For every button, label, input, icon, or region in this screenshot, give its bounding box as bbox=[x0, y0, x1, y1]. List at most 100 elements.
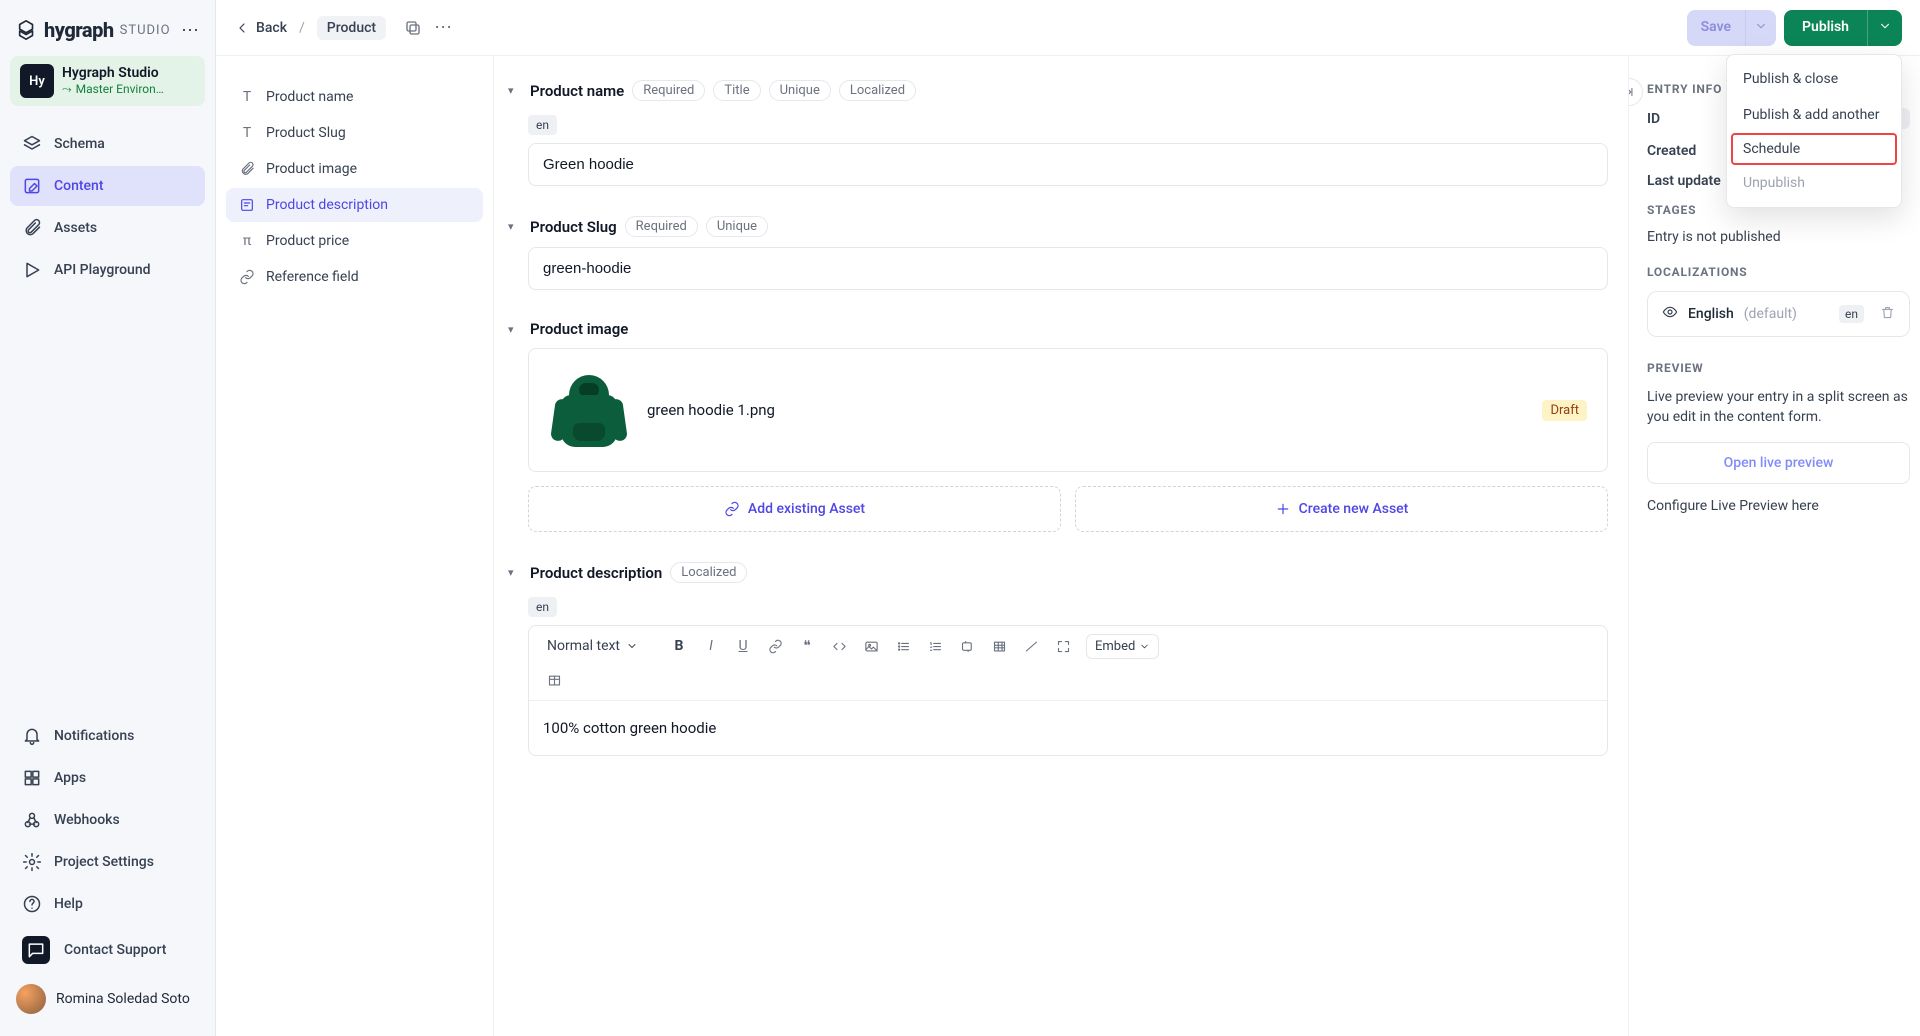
nav-project-settings[interactable]: Project Settings bbox=[10, 842, 205, 882]
sidebar: hygraph STUDIO ⋯ Hy Hygraph Studio ⤳ Mas… bbox=[0, 0, 216, 1036]
outline-label: Product price bbox=[266, 233, 349, 249]
asset-thumbnail bbox=[549, 367, 629, 453]
lang-chip: en bbox=[528, 115, 557, 135]
outline-product-name[interactable]: T Product name bbox=[226, 80, 483, 114]
breadcrumb-model[interactable]: Product bbox=[317, 16, 386, 40]
richtext-icon bbox=[238, 196, 256, 214]
asset-card[interactable]: green hoodie 1.png Draft bbox=[528, 348, 1608, 472]
rte-content[interactable]: 100% cotton green hoodie bbox=[529, 701, 1607, 755]
more-icon[interactable]: ⋯ bbox=[434, 17, 452, 38]
inspector-collapse-button[interactable] bbox=[1628, 78, 1643, 106]
rte-code-button[interactable] bbox=[824, 632, 854, 660]
rte-fullscreen-button[interactable] bbox=[1048, 632, 1078, 660]
nav-contact-support[interactable]: Contact Support bbox=[10, 926, 205, 974]
outline-product-description[interactable]: Product description bbox=[226, 188, 483, 222]
nav-apps[interactable]: Apps bbox=[10, 758, 205, 798]
publish-button[interactable]: Publish bbox=[1784, 10, 1867, 46]
collapse-toggle[interactable]: ▾ bbox=[508, 220, 522, 233]
field-label: Product name bbox=[530, 82, 624, 100]
gear-icon bbox=[22, 852, 42, 872]
badge-required: Required bbox=[625, 216, 698, 237]
badge-localized: Localized bbox=[839, 80, 916, 101]
rte-ul-button[interactable] bbox=[888, 632, 918, 660]
project-env: ⤳ Master Environ… bbox=[62, 82, 164, 96]
nav-help[interactable]: Help bbox=[10, 884, 205, 924]
nav-support-label: Contact Support bbox=[64, 942, 166, 958]
project-selector[interactable]: Hy Hygraph Studio ⤳ Master Environ… bbox=[10, 56, 205, 106]
rte-quote-button[interactable]: ❝ bbox=[792, 632, 822, 660]
publish-menu-close[interactable]: Publish & close bbox=[1727, 61, 1901, 97]
loc-name: English bbox=[1688, 306, 1734, 322]
outline-product-price[interactable]: π Product price bbox=[226, 224, 483, 258]
rte-underline-button[interactable]: U bbox=[728, 632, 758, 660]
collapse-toggle[interactable]: ▾ bbox=[508, 566, 522, 579]
field-product-image: ▾ Product image green hoodie 1.png Draft bbox=[508, 320, 1608, 532]
outline-product-image[interactable]: Product image bbox=[226, 152, 483, 186]
add-existing-asset-button[interactable]: Add existing Asset bbox=[528, 486, 1061, 532]
nav-assets[interactable]: Assets bbox=[10, 208, 205, 248]
collapse-toggle[interactable]: ▾ bbox=[508, 323, 522, 336]
rte-table-insert-button[interactable] bbox=[539, 666, 569, 694]
brand-menu-icon[interactable]: ⋯ bbox=[181, 20, 199, 41]
user-name: Romina Soledad Soto bbox=[56, 991, 190, 1007]
rte-bold-button[interactable]: B bbox=[664, 632, 694, 660]
loc-delete-button[interactable] bbox=[1880, 305, 1895, 324]
rte-embed-button[interactable]: Embed bbox=[1086, 634, 1159, 659]
nav-notifications[interactable]: Notifications bbox=[10, 716, 205, 756]
rte-italic-button[interactable]: I bbox=[696, 632, 726, 660]
outline-label: Product Slug bbox=[266, 125, 346, 141]
rte-embed-label: Embed bbox=[1095, 639, 1135, 654]
open-live-preview-button[interactable]: Open live preview bbox=[1647, 442, 1910, 484]
configure-preview-link[interactable]: Configure Live Preview here bbox=[1647, 498, 1910, 514]
primary-nav: Schema Content Assets API Playground bbox=[10, 124, 205, 290]
create-new-asset-button[interactable]: Create new Asset bbox=[1075, 486, 1608, 532]
paperclip-icon bbox=[238, 160, 256, 178]
badge-title: Title bbox=[713, 80, 760, 101]
publish-menu-schedule[interactable]: Schedule bbox=[1731, 133, 1897, 165]
copy-icon[interactable] bbox=[404, 19, 422, 37]
save-dropdown-button[interactable] bbox=[1745, 10, 1776, 46]
rte-link-button[interactable] bbox=[760, 632, 790, 660]
chevron-left-icon bbox=[234, 20, 250, 36]
brand-studio: STUDIO bbox=[120, 23, 171, 38]
secondary-nav: Notifications Apps Webhooks Project Sett… bbox=[10, 716, 205, 1022]
product-slug-input[interactable] bbox=[528, 247, 1608, 290]
nav-api-label: API Playground bbox=[54, 262, 151, 278]
rte-class-button[interactable] bbox=[952, 632, 982, 660]
nav-api-playground[interactable]: API Playground bbox=[10, 250, 205, 290]
nav-schema[interactable]: Schema bbox=[10, 124, 205, 164]
rte-block-select[interactable]: Normal text bbox=[539, 634, 646, 658]
add-existing-label: Add existing Asset bbox=[748, 501, 865, 517]
rte-ol-button[interactable] bbox=[920, 632, 950, 660]
outline-reference-field[interactable]: Reference field bbox=[226, 260, 483, 294]
publish-menu-add-another[interactable]: Publish & add another bbox=[1727, 97, 1901, 133]
product-name-input[interactable] bbox=[528, 143, 1608, 186]
outline-label: Reference field bbox=[266, 269, 359, 285]
back-button[interactable]: Back bbox=[234, 20, 287, 36]
collapse-toggle[interactable]: ▾ bbox=[508, 84, 522, 97]
user-row[interactable]: Romina Soledad Soto bbox=[10, 976, 205, 1022]
back-label: Back bbox=[256, 20, 287, 36]
layers-icon bbox=[22, 134, 42, 154]
rte-clear-button[interactable] bbox=[1016, 632, 1046, 660]
nav-content[interactable]: Content bbox=[10, 166, 205, 206]
nav-webhooks[interactable]: Webhooks bbox=[10, 800, 205, 840]
topbar: Back / Product ⋯ Save Publish bbox=[216, 0, 1920, 56]
rte-image-button[interactable] bbox=[856, 632, 886, 660]
eye-icon bbox=[1662, 304, 1678, 324]
inspector-stages-text: Entry is not published bbox=[1647, 229, 1910, 245]
rte-toolbar: Normal text B I U ❝ bbox=[529, 626, 1607, 701]
publish-dropdown-button[interactable] bbox=[1867, 10, 1902, 46]
save-button[interactable]: Save bbox=[1687, 10, 1745, 46]
localization-card[interactable]: English (default) en bbox=[1647, 291, 1910, 337]
badge-unique: Unique bbox=[706, 216, 768, 237]
inspector-updated-label: Last update bbox=[1647, 173, 1721, 189]
rte-table-button[interactable] bbox=[984, 632, 1014, 660]
brand-row: hygraph STUDIO ⋯ bbox=[10, 14, 205, 52]
nav-assets-label: Assets bbox=[54, 220, 97, 236]
brand-name: hygraph bbox=[44, 18, 114, 42]
caret-down-icon bbox=[626, 640, 638, 652]
outline-product-slug[interactable]: T Product Slug bbox=[226, 116, 483, 150]
caret-down-icon bbox=[1139, 641, 1150, 652]
loc-chip: en bbox=[1839, 305, 1864, 323]
